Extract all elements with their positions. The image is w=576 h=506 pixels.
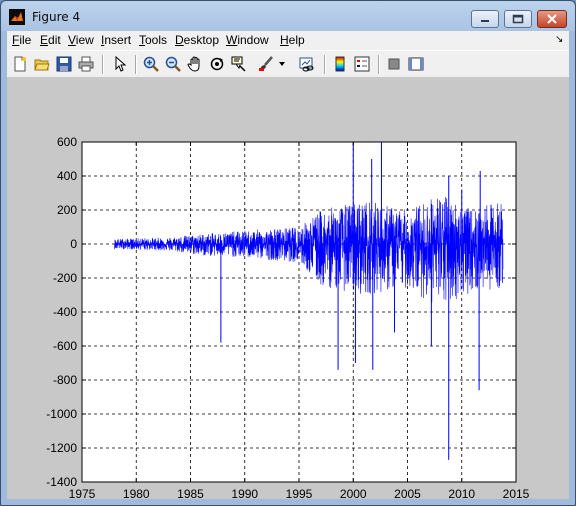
plot-axes[interactable]: 1975 1980 1985 1990 1995 2000 2005 2010 20156004… <box>7 78 569 499</box>
figure-toolbar <box>7 50 569 78</box>
brush-icon[interactable] <box>256 54 276 74</box>
zoom-out-icon[interactable] <box>163 54 183 74</box>
menu-file[interactable]: File <box>12 33 31 47</box>
menu-desktop[interactable]: Desktop <box>175 33 219 47</box>
close-button[interactable] <box>537 10 567 28</box>
rotate-3d-icon[interactable] <box>207 54 227 74</box>
minimize-button[interactable] <box>471 10 499 28</box>
close-icon <box>547 14 557 24</box>
menu-help[interactable]: Help <box>280 33 305 47</box>
new-figure-icon[interactable] <box>10 54 30 74</box>
y-tick-label: -800 <box>53 373 77 387</box>
x-tick-label: 2015 <box>503 487 530 499</box>
figure-window: Figure 4 File Edit View Insert Tools Des… <box>0 0 576 506</box>
link-plot-icon[interactable] <box>297 54 317 74</box>
menu-view[interactable]: View <box>68 33 94 47</box>
x-tick-label: 1995 <box>286 487 313 499</box>
legend-icon[interactable] <box>352 54 372 74</box>
select-arrow-icon[interactable] <box>110 54 130 74</box>
maximize-button[interactable] <box>504 10 532 28</box>
y-tick-label: 400 <box>57 169 77 183</box>
menu-tools[interactable]: Tools <box>139 33 167 47</box>
y-tick-label: 600 <box>57 135 77 149</box>
data-cursor-icon[interactable] <box>229 54 249 74</box>
save-icon[interactable] <box>54 54 74 74</box>
y-tick-label: -1000 <box>46 407 77 421</box>
y-tick-label: -1400 <box>46 475 77 489</box>
x-tick-label: 2005 <box>394 487 421 499</box>
hide-plot-tools-icon[interactable] <box>384 54 404 74</box>
x-tick-label: 1990 <box>231 487 258 499</box>
figure-canvas: 1975 1980 1985 1990 1995 2000 2005 2010 2015 600 4… <box>7 78 569 499</box>
y-tick-label: -600 <box>53 339 77 353</box>
show-plot-tools-icon[interactable] <box>406 54 426 74</box>
menu-window[interactable]: Window <box>226 33 269 47</box>
x-tick-label: 1980 <box>123 487 150 499</box>
menu-insert[interactable]: Insert <box>101 33 131 47</box>
y-tick-label: -200 <box>53 271 77 285</box>
zoom-in-icon[interactable] <box>141 54 161 74</box>
x-tick-label: 1985 <box>177 487 204 499</box>
y-tick-label: 0 <box>70 237 77 251</box>
window-title: Figure 4 <box>32 10 81 24</box>
menu-bar: File Edit View Insert Tools Desktop Wind… <box>7 31 569 50</box>
y-tick-label: -1200 <box>46 441 77 455</box>
open-file-icon[interactable] <box>32 54 52 74</box>
x-tick-label: 2010 <box>448 487 475 499</box>
client-area: File Edit View Insert Tools Desktop Wind… <box>7 31 569 499</box>
colorbar-icon[interactable] <box>330 54 350 74</box>
matlab-logo-icon <box>9 9 25 25</box>
brush-dropdown-icon[interactable] <box>276 54 288 74</box>
print-icon[interactable] <box>76 54 96 74</box>
x-tick-label: 2000 <box>340 487 367 499</box>
maximize-icon <box>512 14 524 24</box>
y-tick-label: 200 <box>57 203 77 217</box>
y-tick-label: -400 <box>53 305 77 319</box>
menu-edit[interactable]: Edit <box>40 33 61 47</box>
minimize-icon <box>481 20 489 22</box>
title-bar[interactable]: Figure 4 <box>1 1 575 31</box>
dock-arrow-icon[interactable]: ↘ <box>555 34 563 45</box>
pan-hand-icon[interactable] <box>185 54 205 74</box>
